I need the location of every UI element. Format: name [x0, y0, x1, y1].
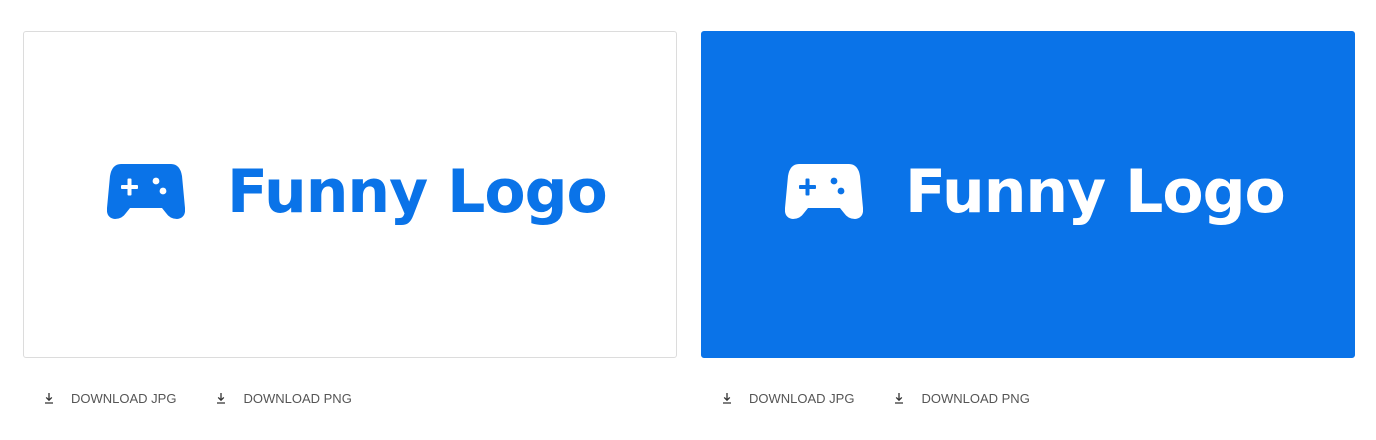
- download-links-light: DOWNLOAD JPG DOWNLOAD PNG: [44, 389, 352, 407]
- download-icon: [895, 393, 904, 404]
- logo: Funny Logo: [785, 157, 1286, 227]
- brand-name: Funny Logo: [227, 157, 608, 227]
- download-png-button[interactable]: DOWNLOAD PNG: [894, 390, 1030, 406]
- download-jpg-button[interactable]: DOWNLOAD JPG: [722, 391, 854, 406]
- download-png-label: DOWNLOAD PNG: [243, 390, 352, 406]
- brand-name: Funny Logo: [905, 157, 1286, 227]
- download-png-label: DOWNLOAD PNG: [921, 390, 1030, 406]
- download-jpg-button[interactable]: DOWNLOAD JPG: [44, 391, 176, 406]
- logo: Funny Logo: [107, 157, 608, 227]
- download-jpg-label: DOWNLOAD JPG: [71, 390, 177, 406]
- gamepad-icon: [785, 164, 863, 219]
- download-jpg-label: DOWNLOAD JPG: [749, 390, 855, 406]
- download-icon: [45, 393, 53, 404]
- logo-preview-dark: Funny Logo: [701, 31, 1355, 358]
- download-png-button[interactable]: DOWNLOAD PNG: [216, 390, 352, 406]
- download-icon: [217, 393, 226, 404]
- logo-preview-light: Funny Logo: [23, 31, 677, 358]
- download-icon: [723, 393, 731, 404]
- download-links-dark: DOWNLOAD JPG DOWNLOAD PNG: [722, 389, 1030, 407]
- gamepad-icon: [107, 164, 185, 219]
